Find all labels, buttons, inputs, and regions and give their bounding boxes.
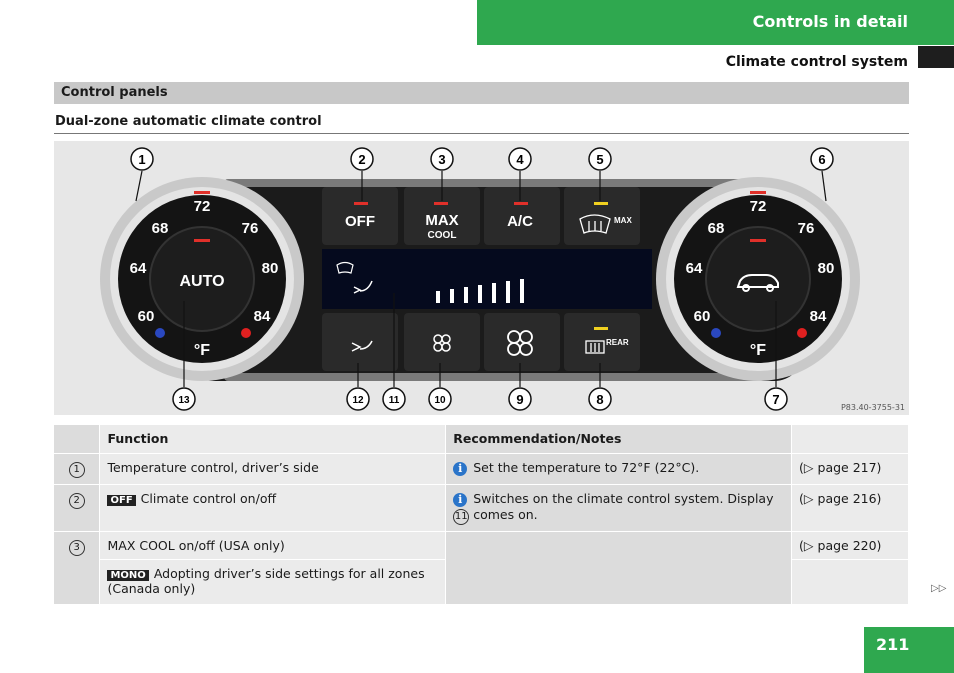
table-row: 3 MAX COOL on/off (USA only) (▷ page 220… [54, 531, 909, 605]
callout-12: 12 [346, 387, 370, 411]
callout-11: 11 [382, 387, 406, 411]
svg-text:10: 10 [434, 395, 446, 406]
row-function: Adopting driver’s side settings for all … [107, 566, 425, 596]
control-panel-illustration: OFF MAX COOL A/C MAX REAR 72 76 80 84 60… [100, 147, 860, 411]
table-row: 2 OFF Climate control on/off i Switches on… [54, 484, 909, 532]
display [322, 249, 652, 309]
svg-text:1: 1 [138, 152, 145, 167]
rear-label: REAR [606, 338, 629, 347]
header-band: Controls in detail [477, 0, 954, 45]
callout-3: 3 [430, 147, 454, 171]
row-number: 2 [68, 493, 85, 509]
info-icon: i [453, 493, 468, 507]
row-function: Temperature control, driver’s side [99, 453, 447, 485]
section-title: Control panels [61, 85, 168, 100]
header-title: Controls in detail [752, 12, 908, 31]
right-temp-84: 84 [810, 308, 827, 325]
callout-1: 1 [130, 147, 154, 171]
svg-text:12: 12 [352, 395, 364, 406]
svg-text:4: 4 [516, 152, 524, 167]
thumb-tab [918, 46, 954, 68]
svg-text:5: 5 [596, 152, 603, 167]
header-function: Function [99, 425, 447, 454]
left-temp-72: 72 [194, 198, 211, 215]
svg-text:9: 9 [516, 392, 523, 407]
mono-button-badge: MONO [107, 570, 149, 581]
svg-text:13: 13 [178, 395, 190, 406]
row-number: 1 [68, 462, 85, 478]
right-temp-80: 80 [818, 260, 835, 277]
left-unit-label: °F [194, 342, 210, 359]
row-note-end: comes on. [473, 507, 538, 522]
left-temp-80: 80 [262, 260, 279, 277]
row-page-ref: (▷ page 216) [791, 484, 909, 532]
max-label: MAX [425, 212, 458, 229]
left-temp-68: 68 [152, 220, 169, 237]
subsection-rule [54, 133, 909, 134]
page-number-box: 211 [864, 627, 954, 673]
callout-6: 6 [810, 147, 834, 171]
right-temp-72: 72 [750, 198, 767, 215]
defrost-max-label: MAX [614, 216, 632, 225]
row-number: 3 [68, 540, 85, 556]
right-unit-label: °F [750, 342, 766, 359]
row-page-ref: (▷ page 220) [791, 531, 909, 560]
row-note-ref-number: 11 [453, 509, 470, 525]
callout-9: 9 [508, 387, 532, 411]
right-temp-76: 76 [798, 220, 815, 237]
svg-text:11: 11 [389, 395, 400, 406]
auto-label: AUTO [179, 273, 224, 290]
callout-8: 8 [588, 387, 612, 411]
row-page-ref: (▷ page 217) [791, 453, 909, 485]
row-function: Climate control on/off [140, 491, 277, 506]
left-temp-60: 60 [138, 308, 155, 325]
page-number: 211 [876, 635, 910, 654]
ac-label: A/C [507, 213, 533, 230]
callout-2: 2 [350, 147, 374, 171]
left-temp-84: 84 [254, 308, 271, 325]
section-bar: Control panels [54, 82, 909, 104]
control-panel-figure: OFF MAX COOL A/C MAX REAR 72 76 80 84 60… [54, 141, 909, 415]
right-temp-64: 64 [686, 260, 703, 277]
callout-7: 7 [764, 387, 788, 411]
function-table: Function Recommendation/Notes 1 Temperat… [54, 425, 909, 605]
left-temp-64: 64 [130, 260, 147, 277]
svg-text:8: 8 [596, 392, 603, 407]
figure-code: P83.40-3755-31 [840, 403, 905, 412]
right-temp-68: 68 [708, 220, 725, 237]
svg-text:7: 7 [772, 392, 779, 407]
table-header: Function Recommendation/Notes [54, 425, 909, 454]
left-temp-76: 76 [242, 220, 259, 237]
row-function: MAX COOL on/off (USA only) [99, 531, 447, 560]
cool-label: COOL [428, 230, 457, 241]
callout-10: 10 [428, 387, 452, 411]
svg-text:3: 3 [438, 152, 445, 167]
svg-text:2: 2 [358, 152, 365, 167]
chapter-subtitle: Climate control system [725, 54, 908, 70]
fan-down-button [404, 313, 480, 371]
right-temp-60: 60 [694, 308, 711, 325]
row-note: Set the temperature to 72°F (22°C). [473, 460, 700, 475]
subsection-title: Dual-zone automatic climate control [55, 114, 322, 129]
airflow-button [322, 313, 398, 371]
callout-13: 13 [172, 387, 196, 411]
table-row: 1 Temperature control, driver’s side i Se… [54, 453, 909, 485]
info-icon: i [453, 462, 468, 476]
svg-text:6: 6 [818, 152, 825, 167]
callout-4: 4 [508, 147, 532, 171]
row-note: Switches on the climate control system. … [473, 491, 774, 506]
callout-5: 5 [588, 147, 612, 171]
off-button-badge: OFF [107, 495, 136, 506]
off-label: OFF [345, 213, 375, 230]
continue-arrows-icon: ▷▷ [931, 583, 947, 594]
header-notes: Recommendation/Notes [445, 425, 793, 454]
